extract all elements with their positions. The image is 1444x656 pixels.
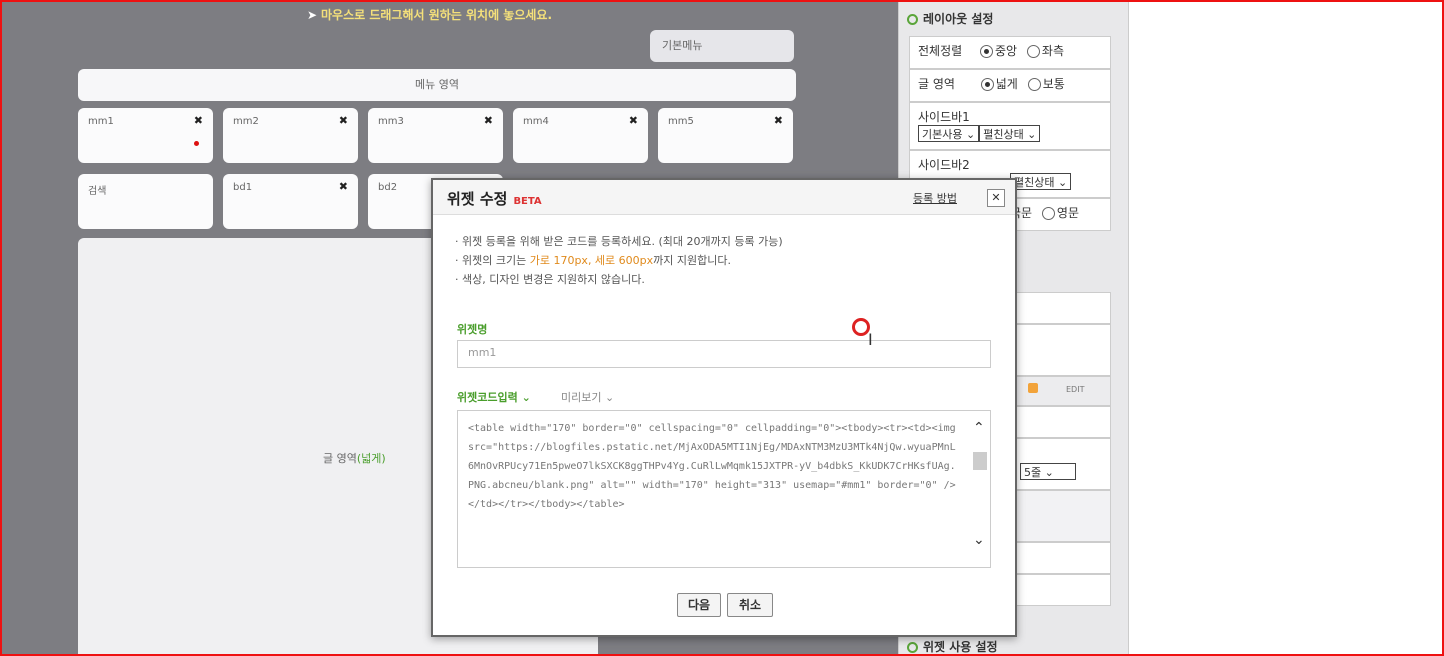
sidebar1-state-select[interactable]: 펼친상태 ⌄ [979, 125, 1041, 142]
close-icon[interactable]: ✖ [194, 114, 203, 127]
sidebar1-use-select[interactable]: 기본사용 ⌄ [918, 125, 980, 142]
size-note: · 위젯의 크기는 가로 170px, 세로 600px까지 지원합니다. [455, 254, 732, 267]
widget-edit-dialog: 위젯 수정 BETA 등록 방법 ✕ · 위젯 등록을 위해 받은 코드를 등록하… [431, 178, 1017, 637]
align-row: 전체정렬 중앙 좌측 [909, 36, 1111, 69]
text-wide-radio[interactable] [980, 78, 994, 91]
help-link[interactable]: 등록 방법 [913, 190, 957, 206]
text-area-row: 글 영역 넓게 보통 [909, 69, 1111, 102]
widget-code-textarea[interactable]: <table width="170" border="0" cellspacin… [457, 410, 991, 568]
close-icon[interactable]: ✖ [339, 114, 348, 127]
widget-tile-mm4[interactable]: mm4 ✖ [513, 108, 648, 163]
sidebar2-state-select[interactable]: 펼친상태 ⌄ [1010, 173, 1072, 190]
close-icon[interactable]: ✖ [774, 114, 783, 127]
widget-settings-title: 위젯 사용 설정 [907, 638, 998, 655]
tab-preview[interactable]: 미리보기 ⌄ [561, 389, 614, 405]
widget-tile-search[interactable]: 검색 [78, 174, 213, 229]
bullet-icon [907, 642, 918, 653]
sidebar1-row: 사이드바1 기본사용 ⌄ 펼친상태 ⌄ [909, 102, 1111, 150]
panel-title: 레이아웃 설정 [907, 10, 993, 27]
widget-tile-mm3[interactable]: mm3 ✖ [368, 108, 503, 163]
default-menu-button[interactable]: 기본메뉴 [650, 30, 794, 62]
widget-tile-mm2[interactable]: mm2 ✖ [223, 108, 358, 163]
dialog-notes: · 위젯 등록을 위해 받은 코드를 등록하세요. (최대 20개까지 등록 가… [455, 235, 783, 286]
widget-tile-mm1[interactable]: mm1 ✖ [78, 108, 213, 163]
marker-dot [194, 141, 199, 146]
text-normal-radio[interactable] [1027, 78, 1041, 91]
blank-area [1128, 2, 1441, 654]
next-button[interactable]: 다음 [677, 593, 721, 617]
rss-icon [1028, 383, 1038, 393]
dialog-header: 위젯 수정 BETA 등록 방법 ✕ [433, 180, 1015, 215]
chevron-up-icon[interactable]: ⌃ [973, 420, 985, 436]
widget-name-input[interactable]: mm1 [457, 340, 991, 368]
menu-area[interactable]: 메뉴 영역 [78, 69, 796, 101]
edit-link[interactable]: EDIT [1066, 385, 1084, 394]
widget-tile-bd1[interactable]: bd1 ✖ [223, 174, 358, 229]
align-left-radio[interactable] [1026, 45, 1040, 58]
tab-code-input[interactable]: 위젯코드입력 ⌄ [457, 389, 531, 405]
dialog-title: 위젯 수정 BETA [447, 190, 542, 208]
drag-hint: ➤ 마우스로 드래그해서 원하는 위치에 놓으세요. [307, 8, 553, 22]
close-icon[interactable]: ✕ [987, 189, 1005, 207]
close-icon[interactable]: ✖ [629, 114, 638, 127]
cancel-button[interactable]: 취소 [727, 593, 773, 617]
text-cursor-icon: I [868, 330, 873, 349]
code-scrollbar[interactable]: ⌃ ⌄ [971, 412, 989, 566]
close-icon[interactable]: ✖ [484, 114, 493, 127]
line-count-select[interactable]: 5줄 ⌄ [1020, 463, 1076, 480]
beta-badge: BETA [513, 196, 542, 207]
align-center-radio[interactable] [980, 45, 993, 58]
bullet-icon [907, 14, 918, 25]
pointer-icon: ➤ [307, 8, 318, 22]
widget-tile-mm5[interactable]: mm5 ✖ [658, 108, 793, 163]
lang-english-radio[interactable] [1041, 207, 1055, 220]
close-icon[interactable]: ✖ [339, 180, 348, 193]
content-area-label: 글 영역(넓게) [323, 452, 386, 465]
chevron-down-icon[interactable]: ⌄ [973, 532, 985, 548]
scroll-thumb[interactable] [973, 452, 987, 470]
widget-name-label: 위젯명 [457, 323, 488, 336]
